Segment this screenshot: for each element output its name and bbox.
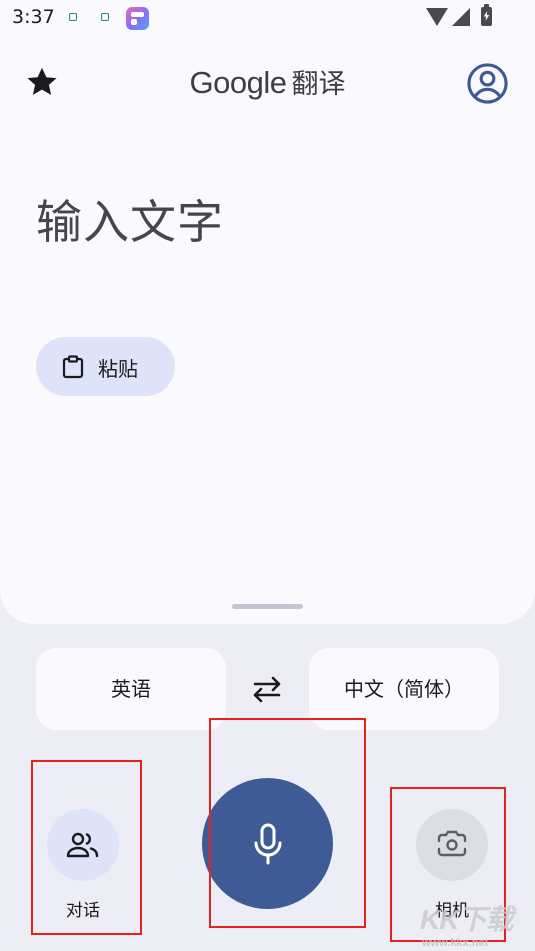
brand-logo: Google	[189, 65, 287, 100]
watermark-url: www.kkx.net	[422, 937, 489, 949]
swap-arrows-icon	[253, 676, 281, 703]
people-icon	[66, 832, 99, 858]
notification-app-icon	[126, 7, 149, 30]
microphone-icon	[254, 823, 281, 864]
lens-camera-icon	[437, 830, 467, 857]
app-title: Google 翻译	[0, 62, 535, 101]
paste-label: 粘贴	[98, 357, 138, 381]
swap-languages-button[interactable]	[249, 674, 285, 704]
account-circle-icon	[467, 63, 508, 104]
source-language-button[interactable]: 英语	[36, 648, 226, 730]
wifi-icon	[426, 8, 448, 26]
battery-charging-icon	[481, 4, 492, 26]
camera-button[interactable]	[416, 809, 488, 881]
product-name: 翻译	[291, 69, 346, 100]
notification-icon	[69, 13, 77, 21]
drag-handle[interactable]	[232, 604, 303, 609]
notification-icon	[101, 13, 109, 21]
text-input-placeholder[interactable]: 输入文字	[36, 186, 224, 252]
status-time: 3:37	[12, 6, 55, 28]
target-language-button[interactable]: 中文（简体）	[309, 648, 499, 730]
clipboard-icon	[62, 355, 84, 379]
account-button[interactable]	[466, 62, 509, 105]
watermark-logo: KK下载	[420, 904, 513, 935]
conversation-label: 对话	[66, 901, 100, 921]
input-panel[interactable]	[0, 38, 535, 624]
microphone-button[interactable]	[202, 778, 333, 909]
cell-signal-icon	[452, 8, 470, 26]
conversation-button[interactable]	[47, 809, 119, 881]
status-bar: 3:37	[0, 0, 535, 38]
paste-button[interactable]: 粘贴	[36, 337, 175, 396]
